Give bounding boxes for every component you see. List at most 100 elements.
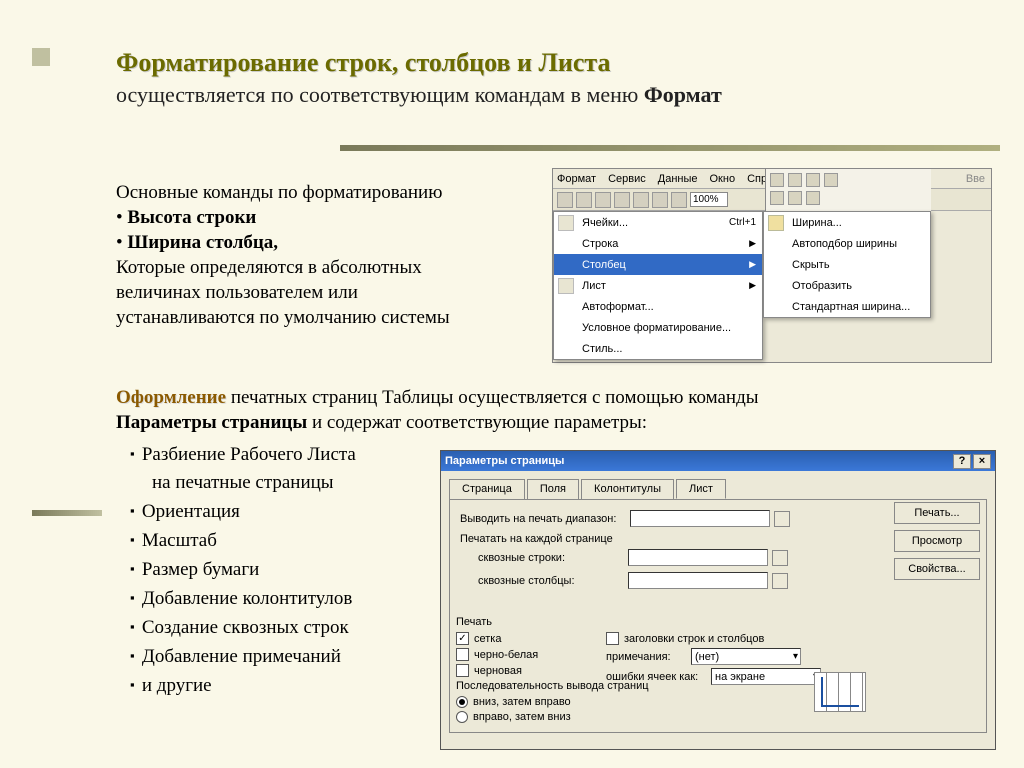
lt-1: Основные команды по форматированию bbox=[116, 180, 516, 205]
tab-page[interactable]: Страница bbox=[449, 479, 525, 499]
menu-column[interactable]: Столбец▶ bbox=[554, 254, 762, 275]
menu-style[interactable]: Стиль... bbox=[554, 338, 762, 359]
arrow-icon: ▶ bbox=[749, 259, 756, 270]
oformlenie-label: Оформление bbox=[116, 387, 226, 408]
width-icon bbox=[768, 215, 784, 231]
slide-decor bbox=[32, 48, 50, 66]
lt-5: устанавливаются по умолчанию системы bbox=[116, 305, 516, 330]
truncated-text: Вве bbox=[966, 173, 985, 185]
down-right-radio[interactable] bbox=[456, 696, 468, 708]
bullet-7: Добавление примечаний bbox=[130, 642, 430, 671]
grid-check-row: ✓ сетка bbox=[456, 632, 576, 645]
print-section-label: Печать bbox=[456, 616, 821, 628]
through-cols-input[interactable] bbox=[628, 572, 768, 589]
title-line2b: Формат bbox=[644, 82, 722, 107]
chart-icon[interactable] bbox=[652, 192, 668, 208]
rows-picker-icon[interactable] bbox=[772, 550, 788, 566]
sub-width[interactable]: Ширина... bbox=[764, 212, 930, 233]
grid-label: сетка bbox=[474, 633, 501, 645]
right-down-row: вправо, затем вниз bbox=[456, 711, 649, 723]
side-decor bbox=[32, 510, 102, 516]
preview-button[interactable]: Просмотр bbox=[894, 530, 980, 552]
bullet-1b: на печатные страницы bbox=[130, 469, 430, 497]
range-input[interactable] bbox=[630, 510, 770, 527]
through-rows-input[interactable] bbox=[628, 549, 768, 566]
sub-hide[interactable]: Скрыть bbox=[764, 254, 930, 275]
menu-service[interactable]: Сервис bbox=[608, 173, 646, 185]
tb-icon[interactable] bbox=[788, 191, 802, 205]
notes-label: примечания: bbox=[606, 651, 686, 663]
title-line2a: осуществляется по соответствующим команд… bbox=[116, 82, 644, 107]
bw-label: черно-белая bbox=[474, 649, 538, 661]
tb-icon[interactable] bbox=[770, 173, 784, 187]
tab-margins[interactable]: Поля bbox=[527, 479, 579, 499]
format-dropdown: Ячейки...Ctrl+1 Строка▶ Столбец▶ Лист▶ А… bbox=[553, 211, 763, 360]
dialog-titlebar: Параметры страницы ? × bbox=[441, 451, 995, 471]
cols-picker-icon[interactable] bbox=[772, 573, 788, 589]
range-picker-icon[interactable] bbox=[774, 511, 790, 527]
title-line1: Форматирование строк, столбцов и Листа bbox=[116, 48, 896, 78]
menu-row[interactable]: Строка▶ bbox=[554, 233, 762, 254]
bullet-6: Создание сквозных строк bbox=[130, 613, 430, 642]
sum-icon[interactable] bbox=[595, 192, 611, 208]
close-button[interactable]: × bbox=[973, 454, 991, 469]
notes-combo[interactable]: (нет) bbox=[691, 648, 801, 665]
sheet-icon bbox=[558, 278, 574, 294]
sub-show[interactable]: Отобразить bbox=[764, 275, 930, 296]
help-icon[interactable] bbox=[671, 192, 687, 208]
through-cols-label: сквозные столбцы: bbox=[478, 575, 628, 587]
print-button[interactable]: Печать... bbox=[894, 502, 980, 524]
menu-window[interactable]: Окно bbox=[710, 173, 736, 185]
bullet-3: Масштаб bbox=[130, 526, 430, 555]
bw-checkbox[interactable] bbox=[456, 648, 469, 661]
title-line2: осуществляется по соответствующим команд… bbox=[116, 82, 896, 108]
seq-label: Последовательность вывода страниц bbox=[456, 680, 649, 692]
bullet-4: Размер бумаги bbox=[130, 555, 430, 584]
down-right-row: вниз, затем вправо bbox=[456, 696, 649, 708]
properties-button[interactable]: Свойства... bbox=[894, 558, 980, 580]
left-text: Основные команды по форматированию Высот… bbox=[116, 180, 516, 330]
help-button[interactable]: ? bbox=[953, 454, 971, 469]
menu-cells[interactable]: Ячейки...Ctrl+1 bbox=[554, 212, 762, 233]
mid-paragraph: Оформление печатных страниц Таблицы осущ… bbox=[116, 385, 916, 435]
page-order-icon bbox=[814, 672, 866, 712]
menu-autoformat[interactable]: Автоформат... bbox=[554, 296, 762, 317]
sort-asc-icon[interactable] bbox=[614, 192, 630, 208]
zoom-combo[interactable]: 100% bbox=[690, 192, 728, 207]
range-label: Выводить на печать диапазон: bbox=[460, 513, 630, 525]
menu-format[interactable]: Формат bbox=[557, 173, 596, 185]
grid-checkbox[interactable]: ✓ bbox=[456, 632, 469, 645]
headers-label: заголовки строк и столбцов bbox=[624, 633, 764, 645]
bullet-list: Разбиение Рабочего Листа на печатные стр… bbox=[130, 440, 430, 700]
title-block: Форматирование строк, столбцов и Листа о… bbox=[116, 48, 896, 108]
toolbar-icon[interactable] bbox=[576, 192, 592, 208]
sort-desc-icon[interactable] bbox=[633, 192, 649, 208]
tb-icon[interactable] bbox=[824, 173, 838, 187]
mid-t2b: и содержат соответствующие параметры: bbox=[307, 412, 647, 433]
toolbar-icon[interactable] bbox=[557, 192, 573, 208]
tb-icon[interactable] bbox=[806, 191, 820, 205]
decor-bar bbox=[340, 145, 1000, 151]
excel-menu-screenshot: Формат Сервис Данные Окно Справка Вве 10… bbox=[552, 168, 992, 363]
column-submenu: Ширина... Автоподбор ширины Скрыть Отобр… bbox=[763, 211, 931, 318]
menu-conditional[interactable]: Условное форматирование... bbox=[554, 317, 762, 338]
toolbar-right bbox=[765, 169, 931, 211]
tb-icon[interactable] bbox=[788, 173, 802, 187]
tab-headers[interactable]: Колонтитулы bbox=[581, 479, 674, 499]
menu-data[interactable]: Данные bbox=[658, 173, 698, 185]
sub-standard[interactable]: Стандартная ширина... bbox=[764, 296, 930, 317]
lt-b2: Ширина столбца, bbox=[116, 230, 516, 255]
errors-combo[interactable]: на экране bbox=[711, 668, 821, 685]
tab-sheet[interactable]: Лист bbox=[676, 479, 726, 499]
menu-sheet[interactable]: Лист▶ bbox=[554, 275, 762, 296]
bullet-8: и другие bbox=[130, 671, 430, 700]
headers-check-row: заголовки строк и столбцов bbox=[606, 632, 821, 645]
tb-icon[interactable] bbox=[770, 191, 784, 205]
sub-autofit[interactable]: Автоподбор ширины bbox=[764, 233, 930, 254]
tb-icon[interactable] bbox=[806, 173, 820, 187]
right-down-radio[interactable] bbox=[456, 711, 468, 723]
dialog-title: Параметры страницы bbox=[445, 455, 564, 467]
headers-checkbox[interactable] bbox=[606, 632, 619, 645]
bullet-1: Разбиение Рабочего Листа bbox=[130, 440, 430, 469]
dialog-tabs: Страница Поля Колонтитулы Лист bbox=[449, 479, 987, 499]
